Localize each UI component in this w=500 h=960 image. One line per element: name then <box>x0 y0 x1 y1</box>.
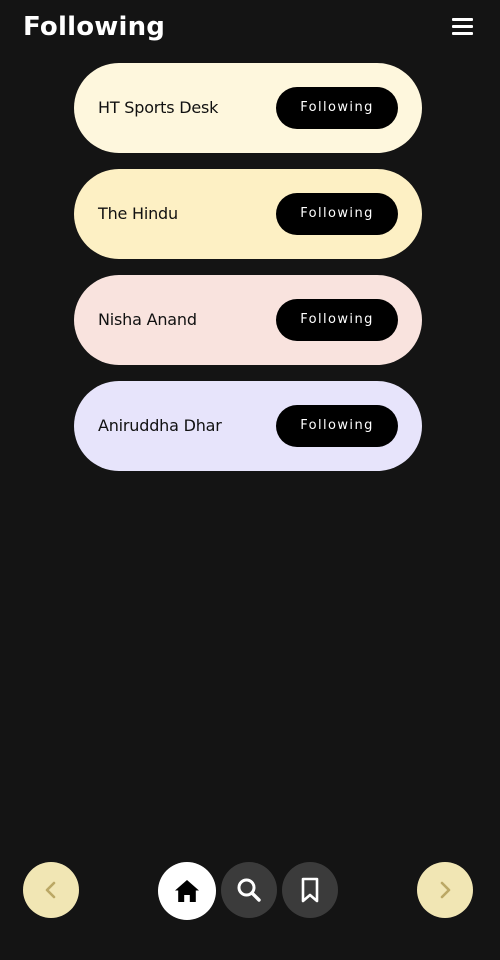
following-name: HT Sports Desk <box>98 98 219 117</box>
following-card[interactable]: The Hindu Following <box>74 169 422 259</box>
following-name: Nisha Anand <box>98 310 197 329</box>
following-card[interactable]: Nisha Anand Following <box>74 275 422 365</box>
header: Following <box>0 0 500 56</box>
page-title: Following <box>23 12 166 42</box>
home-nav-button[interactable] <box>158 862 216 920</box>
following-card[interactable]: Aniruddha Dhar Following <box>74 381 422 471</box>
search-nav-button[interactable] <box>221 862 277 918</box>
following-button[interactable]: Following <box>276 405 398 447</box>
following-name: The Hindu <box>98 204 178 223</box>
menu-button[interactable] <box>446 12 478 42</box>
previous-button[interactable] <box>23 862 79 918</box>
bookmark-icon <box>301 877 319 903</box>
search-icon <box>237 878 261 902</box>
chevron-right-icon <box>440 881 451 899</box>
next-button[interactable] <box>417 862 473 918</box>
following-button[interactable]: Following <box>276 193 398 235</box>
following-card[interactable]: HT Sports Desk Following <box>74 63 422 153</box>
following-name: Aniruddha Dhar <box>98 416 222 435</box>
following-button[interactable]: Following <box>276 299 398 341</box>
bottom-nav <box>0 860 500 920</box>
following-button[interactable]: Following <box>276 87 398 129</box>
home-icon <box>175 880 199 902</box>
chevron-left-icon <box>45 881 56 899</box>
following-list: HT Sports Desk Following The Hindu Follo… <box>74 63 422 487</box>
bookmark-nav-button[interactable] <box>282 862 338 918</box>
